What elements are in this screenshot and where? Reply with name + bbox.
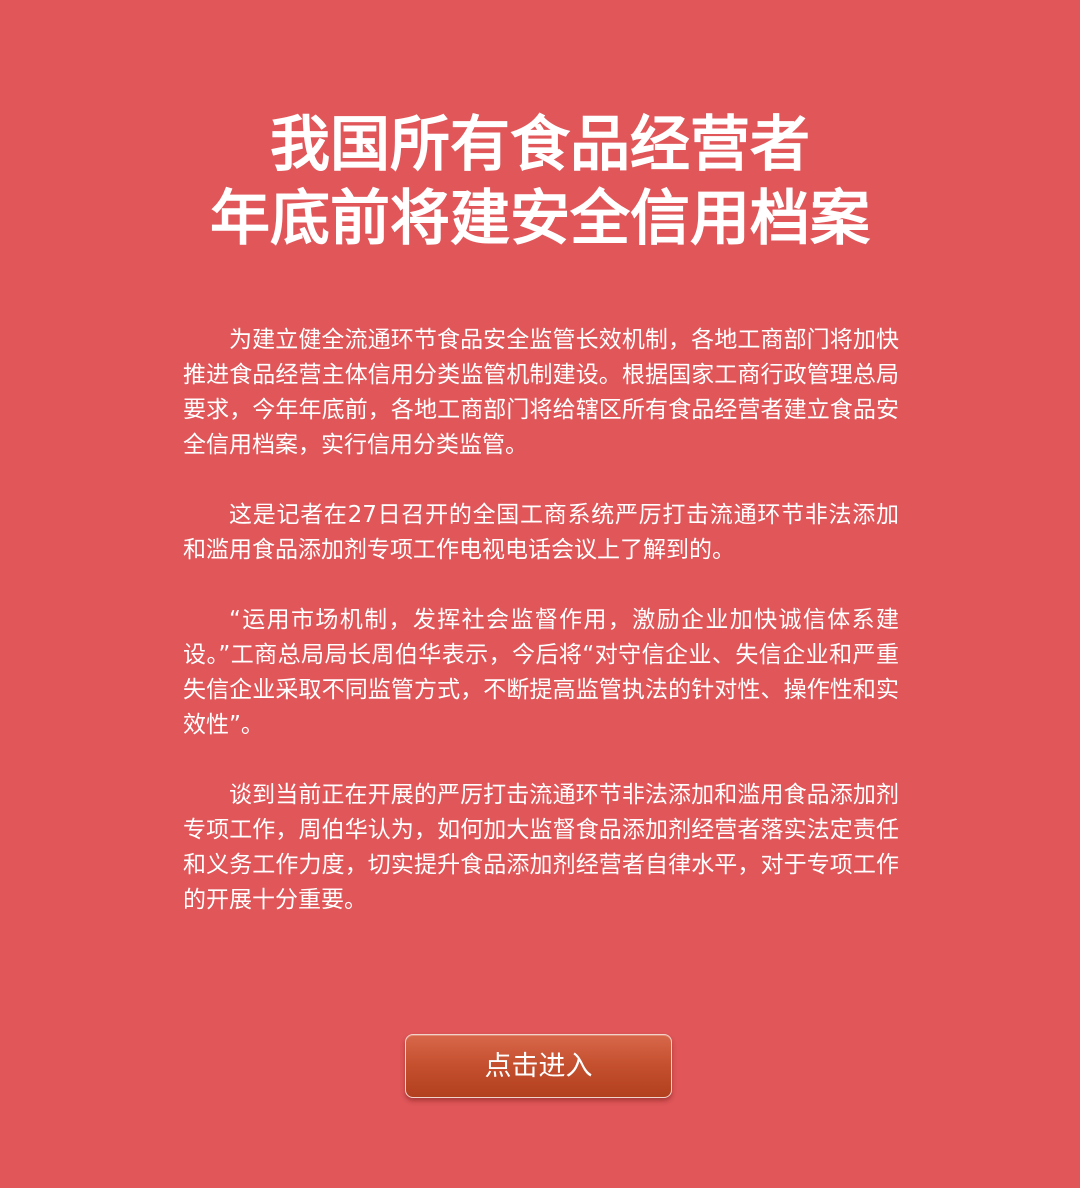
title-line-2: 年底前将建安全信用档案 <box>210 184 870 254</box>
article-body: 为建立健全流通环节食品安全监管长效机制，各地工商部门将加快推进食品经营主体信用分… <box>183 323 899 953</box>
paragraph-2: 这是记者在27日召开的全国工商系统严厉打击流通环节非法添加和滥用食品添加剂专项工… <box>183 502 899 563</box>
page-title: 我国所有食品经营者 年底前将建安全信用档案 <box>0 108 1080 256</box>
title-line-1: 我国所有食品经营者 <box>270 110 810 180</box>
page: 我国所有食品经营者 年底前将建安全信用档案 为建立健全流通环节食品安全监管长效机… <box>0 0 1080 1188</box>
paragraph-3: “运用市场机制，发挥社会监督作用，激励企业加快诚信体系建设。”工商总局局长周伯华… <box>183 607 899 738</box>
enter-button[interactable]: 点击进入 <box>405 1034 672 1098</box>
paragraph-1: 为建立健全流通环节食品安全监管长效机制，各地工商部门将加快推进食品经营主体信用分… <box>183 327 899 458</box>
paragraph-4: 谈到当前正在开展的严厉打击流通环节非法添加和滥用食品添加剂专项工作，周伯华认为，… <box>183 782 899 913</box>
